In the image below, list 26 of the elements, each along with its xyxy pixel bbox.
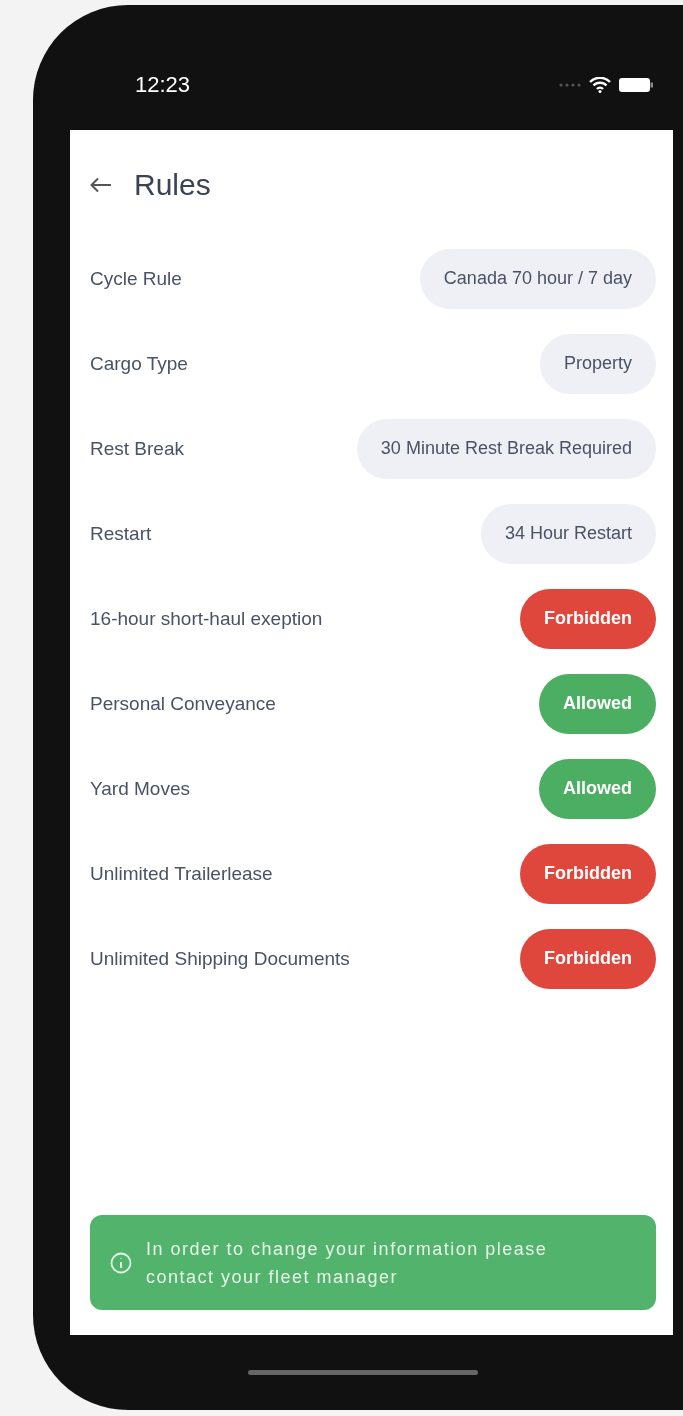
rule-label: 16-hour short-haul exeption bbox=[90, 607, 323, 630]
info-icon bbox=[110, 1251, 132, 1274]
rule-label: Personal Conveyance bbox=[90, 692, 276, 715]
back-arrow-icon[interactable] bbox=[90, 177, 112, 193]
status-badge: Allowed bbox=[539, 673, 656, 734]
status-badge: Forbidden bbox=[520, 588, 656, 649]
status-time: 12:23 bbox=[135, 72, 191, 98]
rule-value: 34 Hour Restart bbox=[480, 503, 656, 564]
wifi-icon bbox=[589, 77, 611, 93]
info-text: In order to change your information please contact your fleet manager bbox=[146, 1237, 549, 1289]
rule-label: Cycle Rule bbox=[90, 267, 182, 290]
status-badge: Allowed bbox=[539, 758, 656, 819]
page-title: Rules bbox=[134, 168, 211, 202]
status-badge: Forbidden bbox=[520, 843, 656, 904]
rule-label: Restart bbox=[90, 522, 152, 545]
rule-value: Property bbox=[539, 333, 656, 394]
rule-label: Unlimited Shipping Documents bbox=[90, 947, 350, 970]
status-badge: Forbidden bbox=[520, 928, 656, 989]
rule-value: Canada 70 hour / 7 day bbox=[419, 248, 656, 309]
rule-label: Cargo Type bbox=[90, 352, 188, 375]
rule-value: 30 Minute Rest Break Required bbox=[356, 418, 656, 479]
signal-icon bbox=[559, 83, 581, 87]
battery-icon bbox=[619, 78, 653, 92]
rule-label: Rest Break bbox=[90, 437, 184, 460]
rule-label: Yard Moves bbox=[90, 777, 190, 800]
rule-label: Unlimited Trailerlease bbox=[90, 862, 273, 885]
